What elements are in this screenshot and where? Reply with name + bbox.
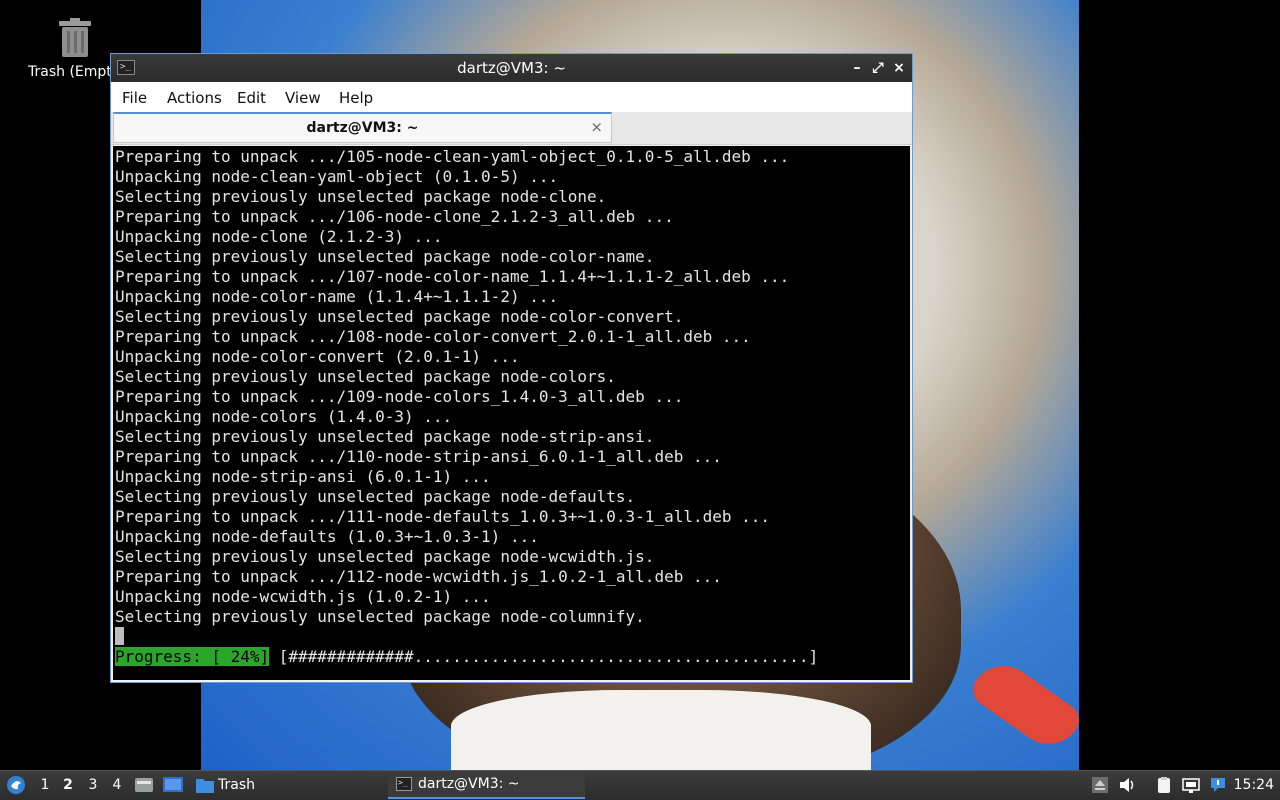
wallpaper-collar xyxy=(451,690,871,770)
trash-icon xyxy=(59,18,91,57)
terminal-line: Preparing to unpack .../106-node-clone_2… xyxy=(115,207,674,226)
workspace-3[interactable]: 3 xyxy=(84,777,102,793)
menu-bar: File Actions Edit View Help xyxy=(111,82,912,112)
menu-edit[interactable]: Edit xyxy=(237,89,266,107)
terminal-line: Unpacking node-defaults (1.0.3+~1.0.3-1)… xyxy=(115,527,539,546)
progress-bar: [#############..........................… xyxy=(269,647,819,666)
terminal-line: Preparing to unpack .../109-node-colors_… xyxy=(115,387,684,406)
wallpaper-red-object xyxy=(966,652,1079,758)
terminal-line: Preparing to unpack .../112-node-wcwidth… xyxy=(115,567,722,586)
terminal-line: Selecting previously unselected package … xyxy=(115,187,607,206)
terminal-line: Unpacking node-colors (1.4.0-3) ... xyxy=(115,407,453,426)
menu-file[interactable]: File xyxy=(122,89,147,107)
terminal-line: Selecting previously unselected package … xyxy=(115,547,655,566)
file-manager-icon[interactable] xyxy=(134,776,154,794)
terminal-line: Preparing to unpack .../105-node-clean-y… xyxy=(115,147,790,166)
terminal-line: Preparing to unpack .../108-node-color-c… xyxy=(115,327,751,346)
start-menu-icon[interactable] xyxy=(6,775,26,795)
terminal-line: Selecting previously unselected package … xyxy=(115,307,684,326)
show-desktop-icon[interactable] xyxy=(162,776,184,794)
progress-label: Progress: [ 24%] xyxy=(115,647,270,666)
terminal-line: Selecting previously unselected package … xyxy=(115,247,655,266)
window-title: dartz@VM3: ~ xyxy=(457,59,566,77)
minimize-button[interactable]: – xyxy=(847,58,867,78)
taskbar-terminal-task[interactable]: >_ dartz@VM3: ~ xyxy=(388,771,585,799)
terminal-line: Unpacking node-wcwidth.js (1.0.2-1) ... xyxy=(115,587,491,606)
terminal-line: Selecting previously unselected package … xyxy=(115,487,636,506)
apt-progress: Progress: [ 24%] [#############.........… xyxy=(115,647,818,667)
terminal-line: Unpacking node-clone (2.1.2-3) ... xyxy=(115,227,443,246)
terminal-line: Preparing to unpack .../111-node-default… xyxy=(115,507,771,526)
taskbar: 1 2 3 4 Trash >_ dartz@VM3: ~ 15:24 xyxy=(0,770,1280,800)
terminal-output[interactable]: Preparing to unpack .../105-node-clean-y… xyxy=(113,146,910,680)
terminal-line: Preparing to unpack .../107-node-color-n… xyxy=(115,267,790,286)
taskbar-trash-label[interactable]: Trash xyxy=(218,777,255,793)
terminal-line: Preparing to unpack .../110-node-strip-a… xyxy=(115,447,722,466)
terminal-task-icon: >_ xyxy=(396,777,412,791)
terminal-line: Selecting previously unselected package … xyxy=(115,427,655,446)
clipboard-icon[interactable] xyxy=(1155,776,1173,794)
terminal-line: Unpacking node-clean-yaml-object (0.1.0-… xyxy=(115,167,559,186)
terminal-window[interactable]: >_ dartz@VM3: ~ – ⤢ × File Actions Edit … xyxy=(110,53,913,683)
terminal-line: Selecting previously unselected package … xyxy=(115,367,616,386)
workspace-2[interactable]: 2 xyxy=(59,777,77,793)
eject-icon[interactable] xyxy=(1091,776,1109,794)
tab-close-icon[interactable]: × xyxy=(590,118,603,136)
network-icon[interactable] xyxy=(1182,776,1200,794)
close-button[interactable]: × xyxy=(889,58,909,78)
workspace-1[interactable]: 1 xyxy=(36,777,54,793)
terminal-line: Selecting previously unselected package … xyxy=(115,607,645,626)
terminal-cursor xyxy=(115,627,124,645)
tab-terminal[interactable]: dartz@VM3: ~ × xyxy=(113,112,612,143)
terminal-lines: Preparing to unpack .../105-node-clean-y… xyxy=(115,147,789,627)
workspace-4[interactable]: 4 xyxy=(108,777,126,793)
terminal-line: Unpacking node-color-convert (2.0.1-1) .… xyxy=(115,347,520,366)
terminal-line: Unpacking node-color-name (1.1.4+~1.1.1-… xyxy=(115,287,559,306)
tab-label: dartz@VM3: ~ xyxy=(306,120,419,136)
taskbar-terminal-label: dartz@VM3: ~ xyxy=(418,776,520,792)
window-titlebar[interactable]: >_ dartz@VM3: ~ – ⤢ × xyxy=(111,54,912,82)
folder-icon xyxy=(196,779,214,793)
menu-actions[interactable]: Actions xyxy=(167,89,222,107)
desktop-trash-label: Trash (Empt xyxy=(28,64,112,80)
clock: 15:24 xyxy=(1233,777,1274,793)
menu-view[interactable]: View xyxy=(285,89,321,107)
tab-bar: dartz@VM3: ~ × xyxy=(111,112,912,145)
notification-icon[interactable] xyxy=(1209,776,1227,794)
volume-icon[interactable] xyxy=(1118,776,1136,794)
menu-help[interactable]: Help xyxy=(339,89,373,107)
maximize-button[interactable]: ⤢ xyxy=(868,58,888,78)
terminal-line: Unpacking node-strip-ansi (6.0.1-1) ... xyxy=(115,467,491,486)
